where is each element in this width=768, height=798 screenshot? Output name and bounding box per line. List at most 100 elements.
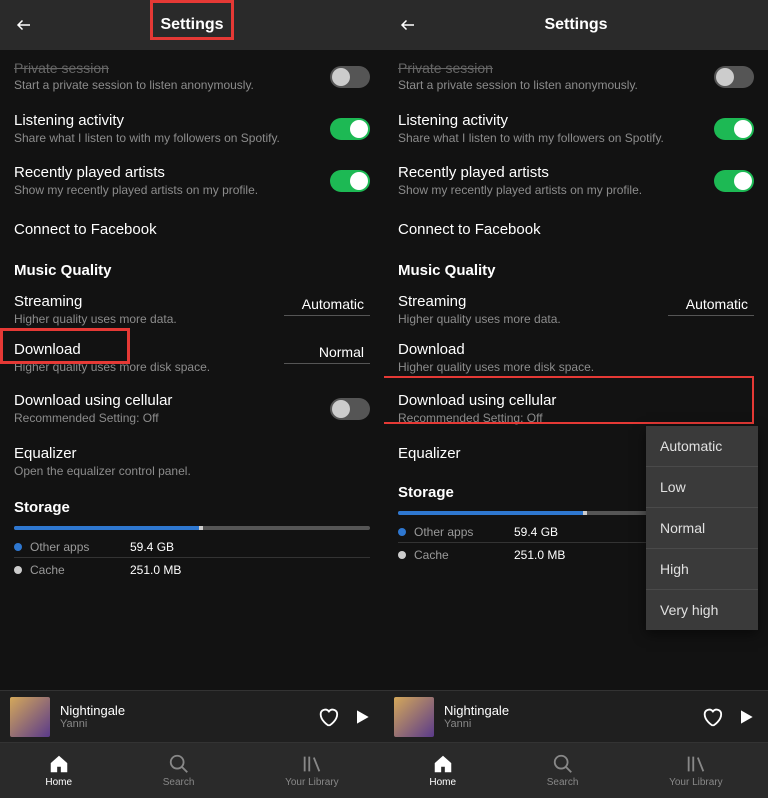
bottom-nav: Home Search Your Library (0, 742, 384, 798)
dropdown-option-low[interactable]: Low (646, 467, 758, 508)
download-cellular-label: Download using cellular (398, 392, 744, 409)
storage-seg-cache (199, 526, 203, 530)
streaming-desc: Higher quality uses more data. (14, 312, 274, 328)
now-playing-bar[interactable]: Nightingale Yanni (384, 690, 768, 742)
recently-played-toggle[interactable] (714, 170, 754, 192)
listening-activity-toggle[interactable] (714, 118, 754, 140)
dropdown-option-normal[interactable]: Normal (646, 508, 758, 549)
private-session-label: Private session (14, 60, 320, 76)
heart-icon[interactable] (700, 705, 724, 729)
listening-activity-label: Listening activity (14, 112, 320, 129)
now-playing-title: Nightingale (60, 703, 306, 718)
storage-cache-value: 251.0 MB (130, 563, 181, 577)
storage-other-row: Other apps 59.4 GB (14, 540, 370, 554)
storage-other-label: Other apps (414, 525, 514, 539)
download-desc: Higher quality uses more disk space. (398, 360, 744, 376)
streaming-row[interactable]: Streaming Higher quality uses more data.… (398, 289, 754, 332)
album-art (10, 697, 50, 737)
storage-cache-row: Cache 251.0 MB (14, 557, 370, 577)
page-title: Settings (160, 16, 223, 34)
listening-activity-toggle[interactable] (330, 118, 370, 140)
streaming-select[interactable]: Automatic (284, 293, 370, 316)
nav-search[interactable]: Search (547, 753, 579, 788)
heart-icon[interactable] (316, 705, 340, 729)
storage-cache-label: Cache (30, 563, 130, 577)
back-icon[interactable] (398, 15, 418, 35)
recently-played-label: Recently played artists (398, 164, 704, 181)
storage-cache-value: 251.0 MB (514, 548, 565, 562)
storage-cache-label: Cache (414, 548, 514, 562)
private-session-toggle[interactable] (714, 66, 754, 88)
connect-facebook-link[interactable]: Connect to Facebook (14, 211, 370, 248)
now-playing-artist: Yanni (444, 718, 690, 730)
dot-blue-icon (14, 543, 22, 551)
storage-seg-cache (583, 511, 587, 515)
listening-activity-row[interactable]: Listening activity Share what I listen t… (14, 106, 370, 153)
dot-blue-icon (398, 528, 406, 536)
streaming-row[interactable]: Streaming Higher quality uses more data.… (14, 289, 370, 332)
private-session-row[interactable]: Private session Start a private session … (398, 54, 754, 100)
download-desc: Higher quality uses more disk space. (14, 360, 274, 376)
download-cellular-desc: Recommended Setting: Off (398, 411, 744, 427)
listening-activity-row[interactable]: Listening activity Share what I listen t… (398, 106, 754, 153)
download-select[interactable]: Normal (284, 341, 370, 364)
listening-activity-label: Listening activity (398, 112, 704, 129)
recently-played-row[interactable]: Recently played artists Show my recently… (398, 158, 754, 205)
dot-white-icon (398, 551, 406, 559)
music-quality-title: Music Quality (398, 262, 754, 279)
storage-title: Storage (14, 499, 370, 516)
nav-library-label: Your Library (285, 777, 339, 788)
left-panel: Settings Private session Start a private… (0, 0, 384, 798)
nav-home[interactable]: Home (45, 753, 72, 788)
nav-library[interactable]: Your Library (285, 753, 339, 788)
storage-other-value: 59.4 GB (130, 540, 174, 554)
streaming-select[interactable]: Automatic (668, 293, 754, 316)
now-playing-artist: Yanni (60, 718, 306, 730)
album-art (394, 697, 434, 737)
nav-home-label: Home (429, 777, 456, 788)
play-icon[interactable] (350, 705, 374, 729)
bottom-nav: Home Search Your Library (384, 742, 768, 798)
now-playing-bar[interactable]: Nightingale Yanni (0, 690, 384, 742)
download-cellular-desc: Recommended Setting: Off (14, 411, 320, 427)
download-cellular-row[interactable]: Download using cellular Recommended Sett… (14, 386, 370, 433)
equalizer-label: Equalizer (14, 445, 360, 462)
download-label: Download (398, 341, 744, 358)
right-panel: Settings Private session Start a private… (384, 0, 768, 798)
connect-facebook-link[interactable]: Connect to Facebook (398, 211, 754, 248)
nav-library-label: Your Library (669, 777, 723, 788)
download-row[interactable]: Download Higher quality uses more disk s… (14, 337, 370, 380)
nav-home[interactable]: Home (429, 753, 456, 788)
settings-content: Private session Start a private session … (384, 50, 768, 690)
recently-played-desc: Show my recently played artists on my pr… (398, 183, 704, 199)
dot-white-icon (14, 566, 22, 574)
recently-played-toggle[interactable] (330, 170, 370, 192)
play-icon[interactable] (734, 705, 758, 729)
storage-other-value: 59.4 GB (514, 525, 558, 539)
now-playing-title: Nightingale (444, 703, 690, 718)
streaming-desc: Higher quality uses more data. (398, 312, 658, 328)
streaming-label: Streaming (14, 293, 274, 310)
nav-search[interactable]: Search (163, 753, 195, 788)
download-label: Download (14, 341, 274, 358)
recently-played-desc: Show my recently played artists on my pr… (14, 183, 320, 199)
private-session-desc: Start a private session to listen anonym… (14, 78, 320, 94)
recently-played-row[interactable]: Recently played artists Show my recently… (14, 158, 370, 205)
nav-library[interactable]: Your Library (669, 753, 723, 788)
private-session-desc: Start a private session to listen anonym… (398, 78, 704, 94)
dropdown-option-veryhigh[interactable]: Very high (646, 590, 758, 630)
dropdown-option-high[interactable]: High (646, 549, 758, 590)
nav-search-label: Search (547, 777, 579, 788)
dropdown-option-automatic[interactable]: Automatic (646, 426, 758, 467)
storage-other-label: Other apps (30, 540, 130, 554)
private-session-toggle[interactable] (330, 66, 370, 88)
music-quality-title: Music Quality (14, 262, 370, 279)
back-icon[interactable] (14, 15, 34, 35)
download-row[interactable]: Download Higher quality uses more disk s… (398, 337, 754, 380)
download-cellular-toggle[interactable] (330, 398, 370, 420)
recently-played-label: Recently played artists (14, 164, 320, 181)
header: Settings (384, 0, 768, 50)
private-session-row[interactable]: Private session Start a private session … (14, 54, 370, 100)
header: Settings (0, 0, 384, 50)
equalizer-row[interactable]: Equalizer Open the equalizer control pan… (14, 439, 370, 486)
